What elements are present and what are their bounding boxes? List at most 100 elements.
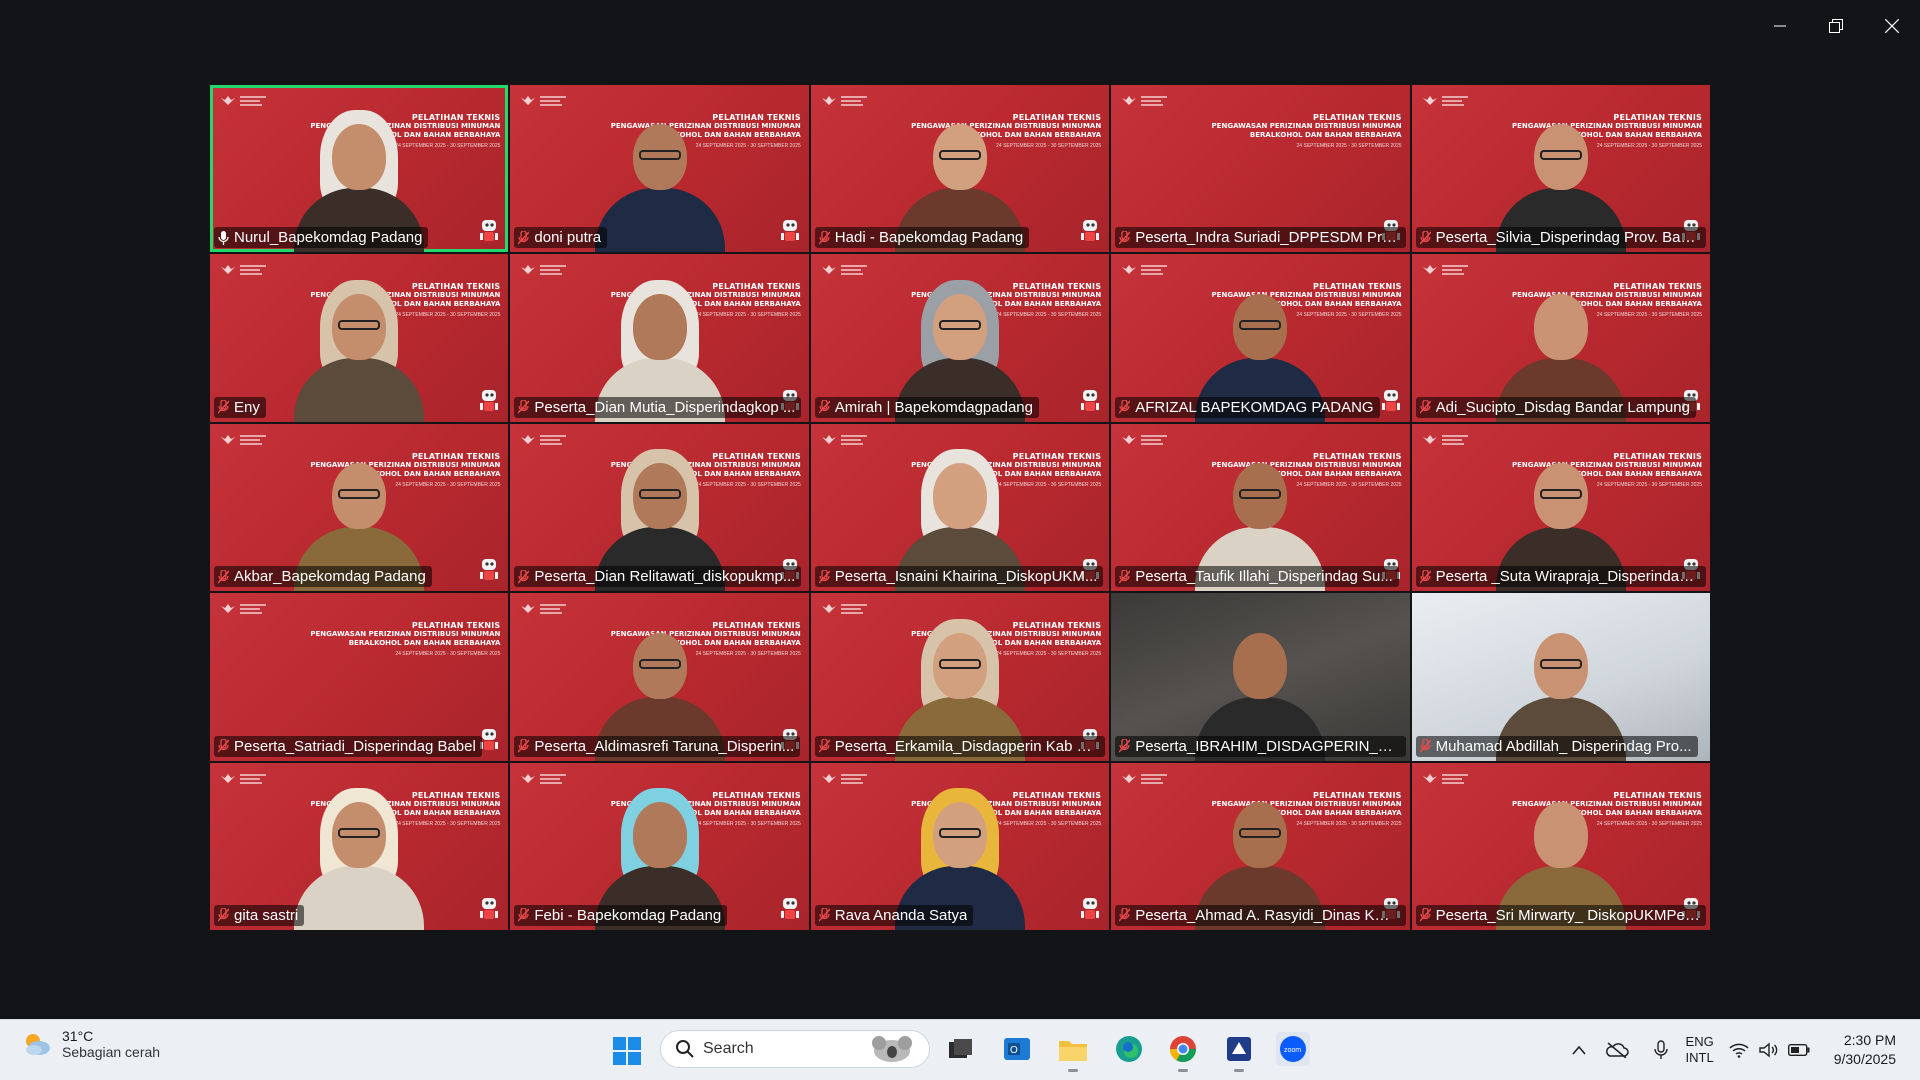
participant-tile[interactable]: PELATIHAN TEKNIS PENGAWASAN PERIZINAN DIS… (1111, 423, 1410, 592)
participant-nameplate: Peserta_Indra Suriadi_DPPESDM Pro... (1115, 227, 1406, 249)
microphone-icon (1653, 1040, 1668, 1059)
participant-name: Hadi - Bapekomdag Padang (834, 229, 1024, 247)
mic-muted-icon (518, 908, 530, 922)
participant-video (294, 272, 425, 422)
ministry-logo (821, 434, 867, 446)
participant-tile[interactable]: PELATIHAN TEKNIS PENGAWASAN PERIZINAN DIS… (1411, 254, 1710, 422)
microphone-button[interactable] (1646, 1040, 1676, 1060)
banner-text: PELATIHAN TEKNIS (411, 621, 501, 631)
participant-name: Peserta_Sri Mirwarty_ DiskopUKMPeri... (1435, 906, 1700, 924)
banner-text: PELATIHAN TEKNIS (1313, 113, 1402, 122)
edge-icon (1116, 1036, 1142, 1062)
participant-video (594, 102, 725, 253)
participant-name: AFRIZAL BAPEKOMDAG PADANG (1135, 398, 1374, 416)
restore-icon (1829, 19, 1843, 33)
mic-muted-icon (218, 400, 229, 414)
minimize-icon (1774, 25, 1786, 27)
ministry-logo (1422, 264, 1468, 276)
participant-tile[interactable]: PELATIHAN TEKNIS PENGAWASAN PERIZINAN DIS… (1111, 762, 1410, 930)
restore-button[interactable] (1808, 0, 1864, 52)
app-button[interactable] (1222, 1032, 1256, 1072)
participant-tile[interactable]: Peserta_IBRAHIM_DISDAGPERIN_KA... (1111, 593, 1410, 761)
mic-muted-icon (1419, 739, 1431, 753)
banner-text: BERALKOHOL DAN BAHAN BERBAHAYA (348, 639, 501, 648)
mic-muted-icon (818, 908, 830, 922)
language-indicator[interactable]: ENG INTL (1686, 1034, 1714, 1066)
participant-tile[interactable]: PELATIHAN TEKNIS PENGAWASAN PERIZINAN DIS… (210, 254, 509, 422)
participant-nameplate: Nurul_Bapekomdag Padang (214, 227, 429, 249)
participant-tile[interactable]: PELATIHAN TEKNIS PENGAWASAN PERIZINAN DIS… (210, 762, 509, 930)
cloud-offline-icon (1605, 1042, 1629, 1058)
battery-icon (1787, 1044, 1810, 1056)
mic-muted-icon (218, 569, 229, 584)
task-view-icon (949, 1039, 972, 1058)
task-view-button[interactable] (944, 1032, 978, 1066)
participant-name: Febi - Bapekomdag Padang (534, 906, 722, 924)
participant-tile[interactable]: PELATIHAN TEKNIS PENGAWASAN PERIZINAN DIS… (1411, 762, 1710, 930)
ministry-logo (220, 95, 266, 107)
edge-button[interactable] (1112, 1032, 1146, 1066)
mic-muted-icon (1119, 908, 1131, 922)
participant-name: Peserta_Isnaini Khairina_DiskopUKM... (834, 568, 1098, 586)
file-explorer-button[interactable] (1056, 1032, 1090, 1072)
mascot-icon (1079, 218, 1101, 244)
participant-tile[interactable]: PELATIHAN TEKNIS PENGAWASAN PERIZINAN DIS… (510, 593, 809, 761)
participant-nameplate: Peserta_Erkamila_Disdagperin Kab Be... (814, 735, 1106, 757)
participant-tile[interactable]: PELATIHAN TEKNIS PENGAWASAN PERIZINAN DIS… (1111, 85, 1410, 253)
video-gallery: PELATIHAN TEKNIS PENGAWASAN PERIZINAN DIS… (210, 85, 1710, 930)
ministry-logo (220, 264, 266, 276)
show-hidden-icons-button[interactable] (1564, 1045, 1594, 1055)
participant-nameplate: Peserta _Suta Wiraprajа_Disperindag ... (1415, 566, 1706, 588)
start-button[interactable] (612, 1036, 642, 1066)
participant-tile[interactable]: PELATIHAN TEKNIS PENGAWASAN PERIZINAN DIS… (810, 762, 1110, 930)
participant-tile[interactable]: PELATIHAN TEKNIS PENGAWASAN PERIZINAN DIS… (210, 593, 509, 761)
participant-nameplate: Amirah | Bapekomdagpadang (814, 396, 1039, 418)
weather-widget[interactable]: 31°C Sebagian cerah (22, 1028, 160, 1060)
ministry-logo (821, 603, 867, 615)
participant-tile[interactable]: PELATIHAN TEKNIS PENGAWASAN PERIZINAN DIS… (1111, 254, 1410, 422)
mascot-icon (478, 388, 500, 414)
participant-tile[interactable]: PELATIHAN TEKNIS PENGAWASAN PERIZINAN DIS… (210, 423, 509, 592)
participant-tile[interactable]: PELATIHAN TEKNIS PENGAWASAN PERIZINAN DIS… (810, 85, 1110, 253)
participant-nameplate: Hadi - Bapekomdag Padang (814, 227, 1030, 249)
zoom-button[interactable]: zoom (1276, 1032, 1310, 1066)
participant-name: Akbar_Bapekomdag Padang (234, 568, 426, 586)
participant-tile[interactable]: Muhamad Abdillah_ Disperindag Pro... (1411, 593, 1710, 761)
ministry-logo (220, 603, 266, 615)
minimize-button[interactable] (1752, 0, 1808, 52)
mascot-icon (1380, 388, 1402, 414)
clock[interactable]: 2:30 PM 9/30/2025 (1834, 1031, 1896, 1069)
participant-nameplate: Eny (214, 396, 266, 418)
mic-muted-icon (1119, 400, 1131, 414)
language-line1: ENG (1685, 1034, 1714, 1049)
participant-tile[interactable]: PELATIHAN TEKNIS PENGAWASAN PERIZINAN DIS… (510, 85, 809, 253)
wifi-icon (1729, 1043, 1749, 1058)
mic-muted-icon (1419, 400, 1431, 414)
participant-tile[interactable]: PELATIHAN TEKNIS PENGAWASAN PERIZINAN DIS… (810, 254, 1110, 422)
chrome-button[interactable] (1166, 1032, 1200, 1072)
onedrive-button[interactable] (1602, 1042, 1632, 1058)
wifi-button[interactable] (1724, 1042, 1754, 1058)
volume-button[interactable] (1754, 1042, 1784, 1058)
participant-nameplate: Peserta_Aldimasrefi Taruna_Disperin... (514, 735, 801, 757)
participant-tile[interactable]: PELATIHAN TEKNIS PENGAWASAN PERIZINAN DIS… (1411, 85, 1710, 253)
mascot-icon (779, 218, 801, 244)
participant-tile[interactable]: PELATIHAN TEKNIS PENGAWASAN PERIZINAN DIS… (510, 423, 809, 592)
ministry-logo (1422, 95, 1468, 107)
taskbar-search[interactable]: Search (660, 1030, 930, 1068)
training-banner: PELATIHAN TEKNIS PENGAWASAN PERIZINAN DIS… (300, 621, 500, 657)
participant-name: Rava Ananda Satya (834, 906, 968, 924)
participant-tile[interactable]: PELATIHAN TEKNIS PENGAWASAN PERIZINAN DIS… (510, 762, 809, 930)
outlook-button[interactable]: O (1000, 1032, 1034, 1066)
svg-text:zoom: zoom (1284, 1047, 1301, 1054)
participant-tile[interactable]: PELATIHAN TEKNIS PENGAWASAN PERIZINAN DIS… (810, 423, 1110, 592)
participant-tile[interactable]: PELATIHAN TEKNIS PENGAWASAN PERIZINAN DIS… (1411, 423, 1710, 592)
windows-icon (613, 1037, 641, 1065)
mic-muted-icon (818, 230, 830, 245)
close-button[interactable] (1864, 0, 1920, 52)
participant-tile[interactable]: PELATIHAN TEKNIS PENGAWASAN PERIZINAN DIS… (210, 85, 509, 253)
participant-tile[interactable]: PELATIHAN TEKNIS PENGAWASAN PERIZINAN DIS… (810, 593, 1110, 761)
battery-button[interactable] (1784, 1044, 1814, 1056)
participant-tile[interactable]: PELATIHAN TEKNIS PENGAWASAN PERIZINAN DIS… (510, 254, 809, 422)
banner-text: PENGAWASAN PERIZINAN DISTRIBUSI MINUMAN (310, 630, 501, 639)
